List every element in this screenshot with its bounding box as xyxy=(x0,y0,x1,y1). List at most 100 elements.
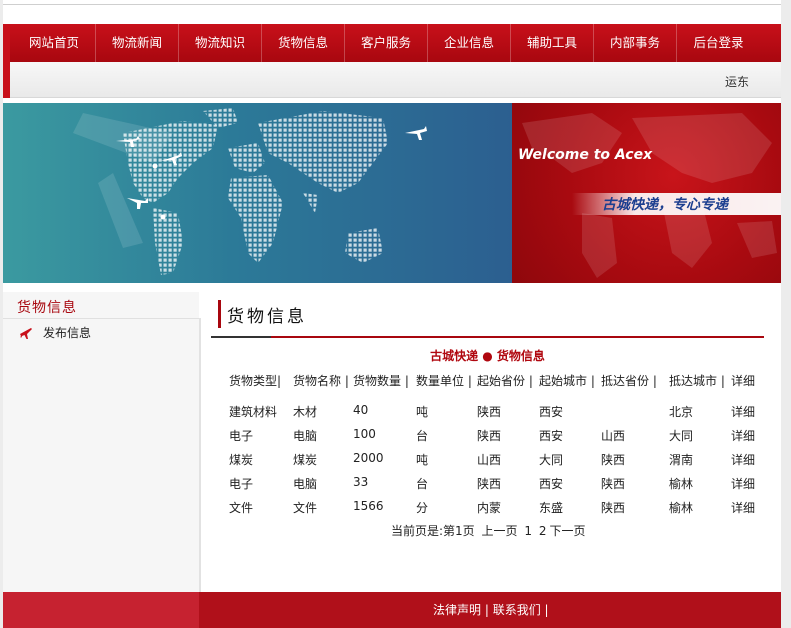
cell-name: 文件 xyxy=(293,501,318,515)
legal-link[interactable]: 法律声明 xyxy=(433,603,481,617)
header-from-province: 起始省份 | xyxy=(477,374,533,388)
header-to-province: 抵达省份 | xyxy=(601,374,657,388)
cell-unit: 台 xyxy=(416,429,429,443)
cell-to-city: 榆林 xyxy=(669,477,694,491)
cell-type: 电子 xyxy=(229,477,254,491)
cell-from-province: 陕西 xyxy=(477,429,502,443)
cell-type: 煤炭 xyxy=(229,453,254,467)
cell-from-city: 东盛 xyxy=(539,501,564,515)
nav-item-news[interactable]: 物流新闻 xyxy=(96,24,179,62)
footer-left-block xyxy=(3,592,199,628)
marquee-bar: 运东 xyxy=(10,62,781,98)
cell-to-province: 山西 xyxy=(601,429,626,443)
top-divider xyxy=(3,4,781,5)
pager-page-1[interactable]: 1 xyxy=(524,524,532,538)
cell-unit: 分 xyxy=(416,501,429,515)
cell-type: 电子 xyxy=(229,429,254,443)
main-nav: 网站首页 物流新闻 物流知识 货物信息 客户服务 企业信息 辅助工具 内部事务 … xyxy=(3,24,781,62)
nav-item-cargo[interactable]: 货物信息 xyxy=(262,24,345,62)
nav-item-tools[interactable]: 辅助工具 xyxy=(511,24,594,62)
nav-item-internal[interactable]: 内部事务 xyxy=(594,24,677,62)
detail-link[interactable]: 详细 xyxy=(731,475,755,492)
cell-type: 建筑材料 xyxy=(229,405,278,419)
world-map-graphic xyxy=(73,108,427,275)
nav-item-knowledge[interactable]: 物流知识 xyxy=(179,24,262,62)
pager-page-2[interactable]: 2 xyxy=(539,524,547,538)
cell-from-province: 内蒙 xyxy=(477,501,502,515)
sidebar: 货物信息 发布信息 xyxy=(3,292,199,592)
cell-unit: 台 xyxy=(416,477,429,491)
header-to-city: 抵达城市 | xyxy=(669,374,725,388)
header-cargo-type: 货物类型| xyxy=(229,374,282,388)
marquee-text[interactable]: 运东 xyxy=(725,73,749,90)
nav-items: 网站首页 物流新闻 物流知识 货物信息 客户服务 企业信息 辅助工具 内部事务 … xyxy=(13,24,760,62)
nav-item-company[interactable]: 企业信息 xyxy=(428,24,511,62)
slogan-text: 古城快递，专心专递 xyxy=(602,197,728,213)
page: 网站首页 物流新闻 物流知识 货物信息 客户服务 企业信息 辅助工具 内部事务 … xyxy=(3,0,781,628)
cell-to-city: 渭南 xyxy=(669,453,694,467)
pagination: 当前页是:第1页 上一页 1 2 下一页 xyxy=(391,522,588,539)
title-accent xyxy=(218,300,221,328)
cell-type: 文件 xyxy=(229,501,254,515)
title-underline-red xyxy=(271,336,764,338)
detail-link[interactable]: 详细 xyxy=(731,499,755,516)
cell-from-city: 西安 xyxy=(539,405,564,419)
sidebar-item-publish[interactable]: 发布信息 xyxy=(19,324,91,341)
sidebar-divider xyxy=(3,318,199,319)
nav-item-admin-login[interactable]: 后台登录 xyxy=(677,24,760,62)
cell-unit: 吨 xyxy=(416,405,429,419)
pager-current: 当前页是:第1页 xyxy=(391,524,475,538)
sidebar-shadow xyxy=(199,318,201,592)
cell-quantity: 100 xyxy=(353,427,376,441)
airplane-icon xyxy=(20,327,32,339)
header-from-city: 起始城市 | xyxy=(539,374,595,388)
cell-to-city: 大同 xyxy=(669,429,694,443)
header-cargo-name: 货物名称 | xyxy=(293,374,349,388)
title-underline xyxy=(211,336,271,338)
detail-link[interactable]: 详细 xyxy=(731,451,755,468)
cell-from-province: 山西 xyxy=(477,453,502,467)
cell-to-province: 陕西 xyxy=(601,501,626,515)
sidebar-title: 货物信息 xyxy=(17,300,77,316)
footer: 法律声明 | 联系我们 | xyxy=(3,592,781,628)
cell-from-city: 西安 xyxy=(539,429,564,443)
table-caption: 古城快递 ● 货物信息 xyxy=(430,349,545,363)
cell-to-city: 北京 xyxy=(669,405,694,419)
nav-accent-bar xyxy=(3,24,10,98)
cell-from-city: 西安 xyxy=(539,477,564,491)
cell-name: 煤炭 xyxy=(293,453,318,467)
cell-to-province: 陕西 xyxy=(601,453,626,467)
pager-prev[interactable]: 上一页 xyxy=(482,524,518,538)
header-quantity: 货物数量 | xyxy=(353,374,409,388)
banner-welcome-panel: Welcome to Acex 古城快递，专心专递 xyxy=(512,103,781,283)
cell-unit: 吨 xyxy=(416,453,429,467)
cell-from-province: 陕西 xyxy=(477,477,502,491)
header-unit: 数量单位 | xyxy=(416,374,472,388)
detail-link[interactable]: 详细 xyxy=(731,427,755,444)
sidebar-item-label: 发布信息 xyxy=(43,326,92,340)
cell-quantity: 40 xyxy=(353,403,369,417)
banner: Welcome to Acex 古城快递，专心专递 xyxy=(3,103,781,283)
cell-name: 电脑 xyxy=(293,477,318,491)
cell-quantity: 2000 xyxy=(353,451,384,465)
contact-link[interactable]: 联系我们 xyxy=(493,603,541,617)
cell-to-province: 陕西 xyxy=(601,477,626,491)
page-title: 货物信息 xyxy=(227,307,307,327)
footer-trailing-separator: | xyxy=(540,603,549,617)
cell-quantity: 33 xyxy=(353,475,369,489)
cell-name: 木材 xyxy=(293,405,318,419)
cell-from-province: 陕西 xyxy=(477,405,502,419)
cell-to-city: 榆林 xyxy=(669,501,694,515)
cell-from-city: 大同 xyxy=(539,453,564,467)
header-detail: 详细 xyxy=(731,374,756,388)
detail-link[interactable]: 详细 xyxy=(731,403,755,420)
cell-quantity: 1566 xyxy=(353,499,384,513)
cell-name: 电脑 xyxy=(293,429,318,443)
footer-separator: | xyxy=(481,603,493,617)
nav-item-service[interactable]: 客户服务 xyxy=(345,24,428,62)
welcome-text: Welcome to Acex xyxy=(518,147,653,163)
pager-next[interactable]: 下一页 xyxy=(549,524,585,538)
nav-item-home[interactable]: 网站首页 xyxy=(13,24,96,62)
footer-links: 法律声明 | 联系我们 | xyxy=(433,601,549,618)
banner-world-map xyxy=(3,103,512,283)
